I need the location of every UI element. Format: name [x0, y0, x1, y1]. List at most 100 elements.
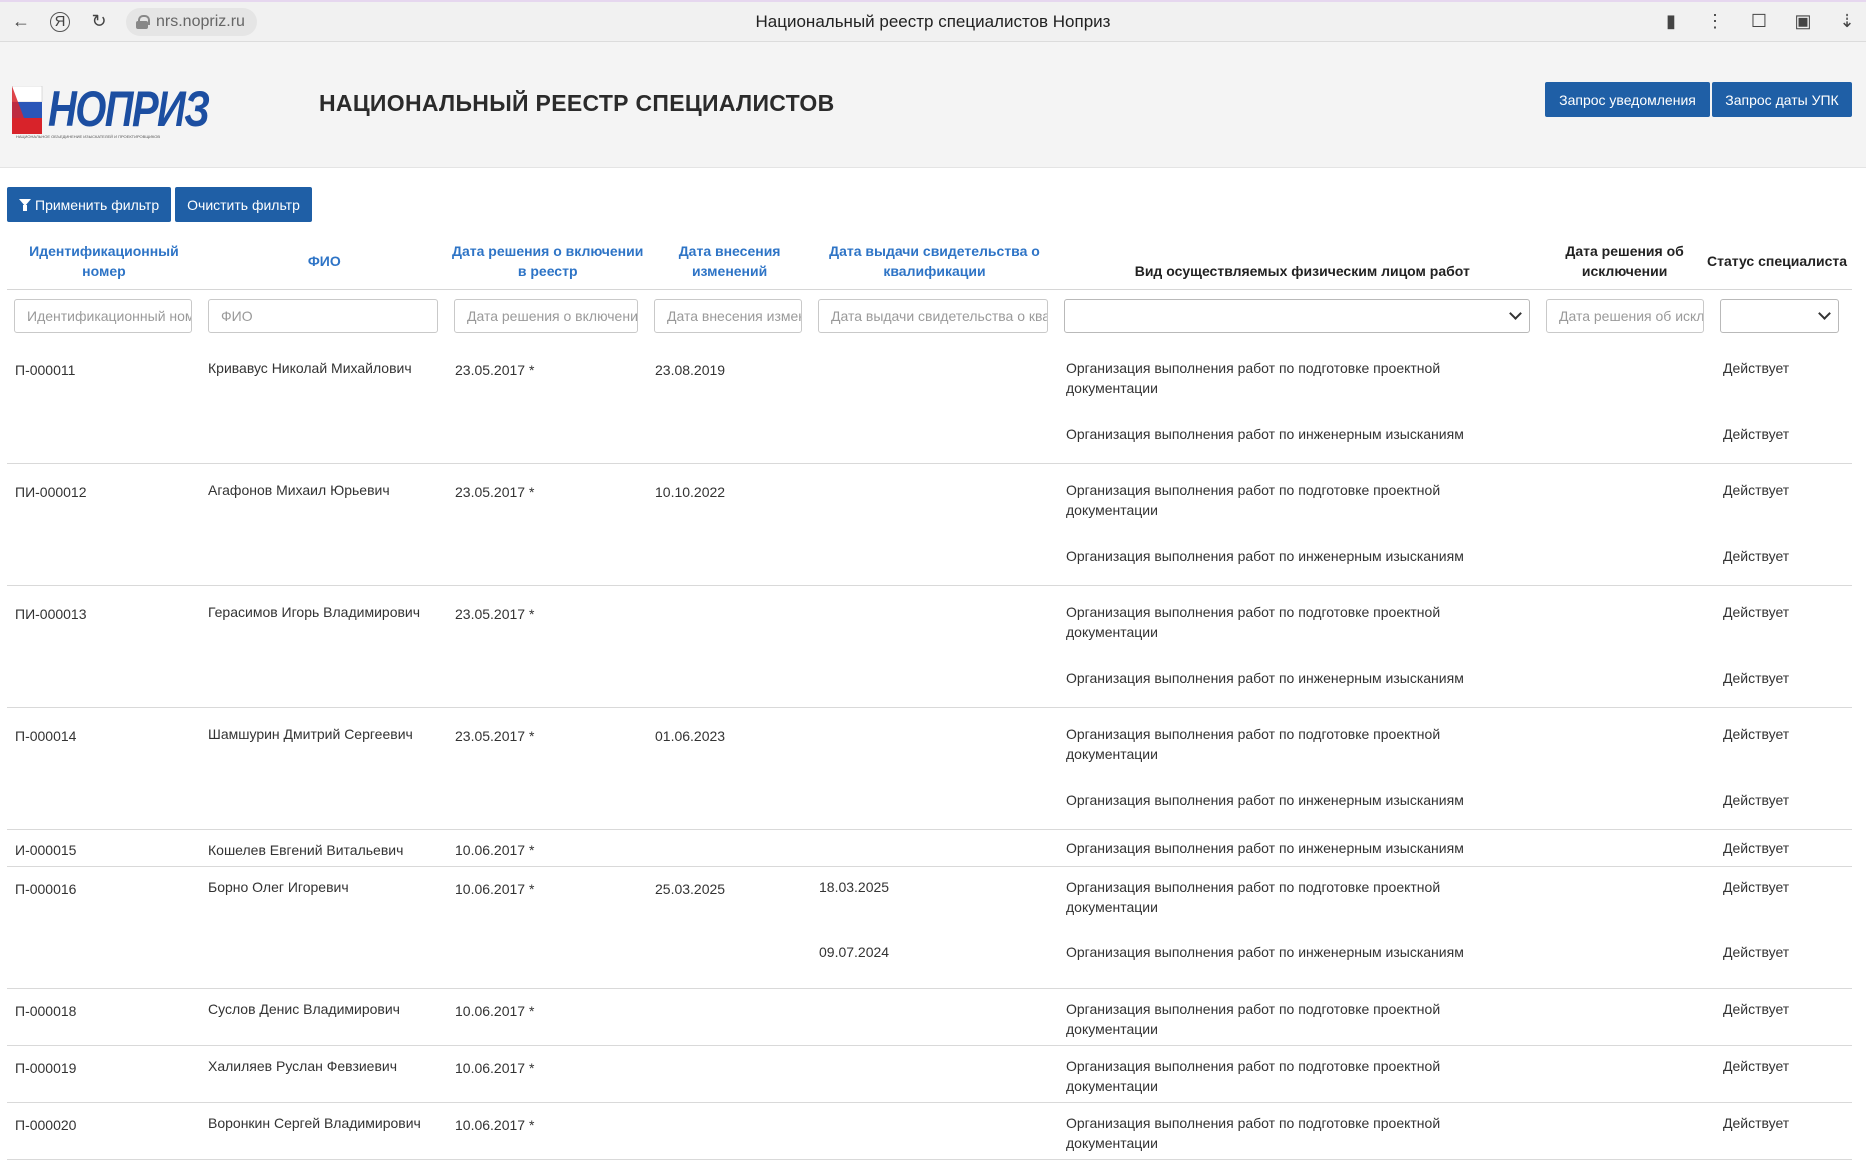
- lock-icon: [136, 14, 150, 29]
- reload-icon[interactable]: ↻: [84, 7, 114, 37]
- cell-date-cert: 09.07.2024: [819, 944, 890, 960]
- col-header-status: Статус специалиста: [1707, 252, 1848, 269]
- apply-filter-label: Применить фильтр: [35, 196, 160, 213]
- request-upk-date-button[interactable]: Запрос даты УПК: [1712, 82, 1852, 117]
- filter-date-incl-input[interactable]: Дата решения о включении в реестр: [454, 299, 638, 333]
- cell-work: Организация выполнения работ по инженерн…: [1066, 426, 1464, 442]
- table-row[interactable]: ПИ-000013 Герасимов Игорь Владимирович 2…: [7, 586, 1852, 708]
- cell-id: П-000020: [15, 1117, 77, 1133]
- clear-filter-button[interactable]: Очистить фильтр: [175, 187, 312, 222]
- cell-id: П-000019: [15, 1060, 77, 1076]
- table-row[interactable]: П-000019 Халиляев Руслан Февзиевич 10.06…: [7, 1046, 1852, 1103]
- table-row[interactable]: П-000020 Воронкин Сергей Владимирович 10…: [7, 1103, 1852, 1160]
- col-header-id[interactable]: Идентификационный номер: [7, 241, 201, 281]
- filter-toolbar: Применить фильтр Очистить фильтр: [7, 187, 312, 222]
- cell-work: Организация выполнения работ по подготов…: [1066, 879, 1441, 915]
- cell-work: Организация выполнения работ по подготов…: [1066, 604, 1441, 640]
- filter-status-select[interactable]: [1720, 299, 1839, 333]
- cell-work: Организация выполнения работ по подготов…: [1066, 1058, 1441, 1094]
- cell-status: Действует: [1723, 548, 1790, 564]
- cell-fio: Суслов Денис Владимирович: [208, 1001, 400, 1017]
- cell-status: Действует: [1723, 482, 1790, 498]
- logo-text: НОПРИЗ: [48, 81, 210, 137]
- cell-date-incl: 10.06.2017 *: [455, 881, 535, 897]
- cell-fio: Воронкин Сергей Владимирович: [208, 1115, 421, 1131]
- yandex-icon[interactable]: Я: [50, 11, 70, 32]
- cell-id: И-000015: [15, 842, 77, 858]
- filter-date-change-input[interactable]: Дата внесения изменений: [654, 299, 802, 333]
- request-notification-button[interactable]: Запрос уведомления: [1545, 82, 1710, 117]
- cell-fio: Борно Олег Игоревич: [208, 879, 349, 895]
- cell-id: ПИ-000012: [15, 484, 87, 500]
- cell-work: Организация выполнения работ по инженерн…: [1066, 670, 1464, 686]
- funnel-icon: [19, 198, 31, 211]
- table-row[interactable]: ПИ-000012 Агафонов Михаил Юрьевич 23.05.…: [7, 464, 1852, 586]
- cell-work: Организация выполнения работ по инженерн…: [1066, 840, 1464, 856]
- browser-toolbar: Национальный реестр специалистов Ноприз …: [0, 0, 1866, 42]
- address-bar[interactable]: nrs.nopriz.ru: [126, 7, 257, 36]
- cell-work: Организация выполнения работ по подготов…: [1066, 1115, 1441, 1151]
- cell-id: П-000014: [15, 728, 77, 744]
- browser-tab-title: Национальный реестр специалистов Ноприз: [755, 12, 1111, 31]
- nopriz-logo[interactable]: НОПРИЗ НАЦИОНАЛЬНОЕ ОБЪЕДИНЕНИЕ ИЗЫСКАТЕ…: [12, 42, 210, 142]
- cell-date-cert: 18.03.2025: [819, 879, 890, 895]
- filter-date-excl-input[interactable]: Дата решения об исключении: [1546, 299, 1704, 333]
- cell-id: ПИ-000013: [15, 606, 87, 622]
- cell-id: П-000018: [15, 1003, 77, 1019]
- extension-icon[interactable]: ▣: [1790, 8, 1816, 34]
- cell-date-incl: 10.06.2017 *: [455, 1117, 535, 1133]
- cell-status: Действует: [1723, 670, 1790, 686]
- table-header: Идентификационный номер ФИО Дата решения…: [7, 232, 1852, 290]
- cell-date-change: 10.10.2022: [655, 484, 726, 500]
- cell-date-incl: 23.05.2017 *: [455, 362, 535, 378]
- cell-id: П-000011: [15, 362, 76, 378]
- filter-work-select[interactable]: [1064, 299, 1530, 333]
- cell-work: Организация выполнения работ по инженерн…: [1066, 792, 1464, 808]
- cell-status: Действует: [1723, 604, 1790, 620]
- cell-fio: Кривавус Николай Михайлович: [208, 360, 412, 376]
- cell-work: Организация выполнения работ по подготов…: [1066, 1001, 1441, 1037]
- table-row[interactable]: П-000018 Суслов Денис Владимирович 10.06…: [7, 989, 1852, 1046]
- col-header-work: Вид осуществляемых физическим лицом рабо…: [1134, 262, 1470, 279]
- bookmark-icon[interactable]: ▮: [1658, 8, 1684, 34]
- table-row[interactable]: П-000014 Шамшурин Дмитрий Сергеевич 23.0…: [7, 708, 1852, 830]
- cell-id: П-000016: [15, 881, 77, 897]
- cell-date-incl: 23.05.2017 *: [455, 484, 535, 500]
- cell-date-incl: 23.05.2017 *: [455, 728, 535, 744]
- logo-subtitle: НАЦИОНАЛЬНОЕ ОБЪЕДИНЕНИЕ ИЗЫСКАТЕЛЕЙ И П…: [16, 134, 161, 139]
- cell-status: Действует: [1723, 426, 1790, 442]
- logo-flag-icon: [12, 86, 43, 134]
- cell-status: Действует: [1723, 792, 1790, 808]
- cell-work: Организация выполнения работ по подготов…: [1066, 360, 1441, 396]
- download-icon[interactable]: ⇣: [1834, 8, 1860, 34]
- table-row[interactable]: И-000015 Кошелев Евгений Витальевич 10.0…: [7, 830, 1852, 867]
- cell-date-change: 23.08.2019: [655, 362, 726, 378]
- cell-status: Действует: [1723, 726, 1790, 742]
- back-icon[interactable]: ←: [6, 7, 36, 37]
- cell-fio: Герасимов Игорь Владимирович: [208, 604, 421, 620]
- cell-status: Действует: [1723, 1001, 1790, 1017]
- filter-id-input[interactable]: Идентификационный номер: [14, 299, 192, 333]
- apply-filter-button[interactable]: Применить фильтр: [7, 187, 172, 222]
- cell-date-incl: 10.06.2017 *: [455, 1060, 535, 1076]
- cell-fio: Кошелев Евгений Витальевич: [208, 842, 404, 858]
- filter-fio-input[interactable]: ФИО: [208, 299, 438, 333]
- chevron-down-icon: [1509, 307, 1522, 320]
- cell-work: Организация выполнения работ по инженерн…: [1066, 548, 1464, 564]
- col-header-date-cert[interactable]: Дата выдачи свидетельства о квалификации: [812, 241, 1058, 281]
- cell-date-incl: 10.06.2017 *: [455, 842, 535, 858]
- cell-date-change: 25.03.2025: [655, 881, 726, 897]
- col-header-fio[interactable]: ФИО: [201, 251, 448, 271]
- filter-date-cert-input[interactable]: Дата выдачи свидетельства о квалификации: [818, 299, 1048, 333]
- cell-work: Организация выполнения работ по подготов…: [1066, 482, 1441, 518]
- cell-work: Организация выполнения работ по подготов…: [1066, 726, 1441, 762]
- specialists-table: Идентификационный номер ФИО Дата решения…: [7, 232, 1852, 1160]
- col-header-date-incl[interactable]: Дата решения о включении в реестр: [448, 241, 648, 281]
- table-row[interactable]: П-000016 Борно Олег Игоревич 10.06.2017 …: [7, 867, 1852, 989]
- table-row[interactable]: П-000011 Кривавус Николай Михайлович 23.…: [7, 342, 1852, 464]
- col-header-date-change[interactable]: Дата внесения изменений: [648, 241, 812, 281]
- more-menu-icon[interactable]: ⋮: [1702, 8, 1728, 34]
- cell-status: Действует: [1723, 840, 1790, 856]
- collections-icon[interactable]: ☐: [1746, 8, 1772, 34]
- cell-work: Организация выполнения работ по инженерн…: [1066, 944, 1464, 960]
